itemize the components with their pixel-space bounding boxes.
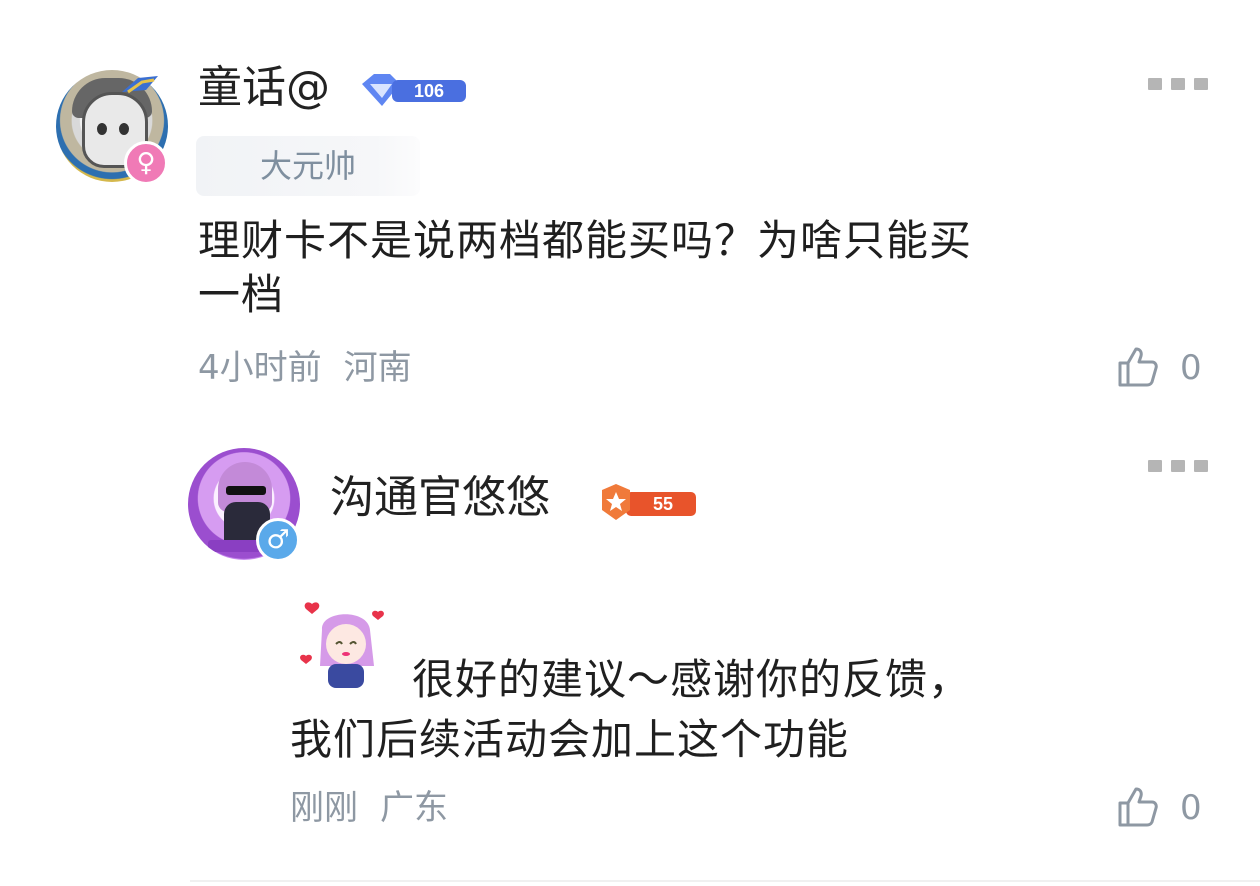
reply-text-line: 我们后续活动会加上这个功能	[290, 715, 850, 764]
reply-like-count: 0	[1180, 788, 1202, 828]
comment-text: 理财卡不是说两档都能买吗？为啥只能买 一档	[198, 214, 1098, 322]
sticker-emoji-icon	[300, 602, 384, 688]
reply-rank-level: 55	[653, 494, 673, 514]
comment-location: 河南	[343, 348, 412, 388]
reply-time: 刚刚	[290, 788, 358, 828]
title-tag: 大元帅	[196, 136, 420, 196]
avatar-frame-ornament-icon	[122, 76, 158, 94]
reply-rank-badge: 55	[602, 484, 696, 520]
reply-text-line: 很好的建议～感谢你的反馈，	[412, 655, 972, 704]
rank-level: 106	[414, 81, 444, 101]
thumbs-up-icon[interactable]	[1114, 343, 1162, 391]
thumbs-up-icon[interactable]	[1114, 783, 1162, 831]
comment-text-line: 理财卡不是说两档都能买吗？为啥只能买	[198, 216, 973, 265]
male-gender-icon: ♂	[256, 518, 300, 562]
reply-username[interactable]: 沟通官悠悠	[330, 470, 550, 526]
comment-meta: 4小时前 河南	[198, 346, 412, 390]
more-dots-icon[interactable]	[1148, 78, 1208, 90]
rank-badge: 106	[362, 74, 466, 106]
like-count: 0	[1180, 348, 1202, 388]
female-gender-icon: ♀	[124, 141, 168, 185]
reply-meta: 刚刚 广东	[290, 786, 448, 830]
comment-text-line: 一档	[198, 270, 285, 319]
comment-time: 4小时前	[198, 348, 322, 388]
divider	[190, 880, 1260, 882]
more-dots-icon[interactable]	[1148, 460, 1208, 472]
reply-location: 广东	[380, 788, 448, 828]
username[interactable]: 童话@	[198, 60, 330, 116]
